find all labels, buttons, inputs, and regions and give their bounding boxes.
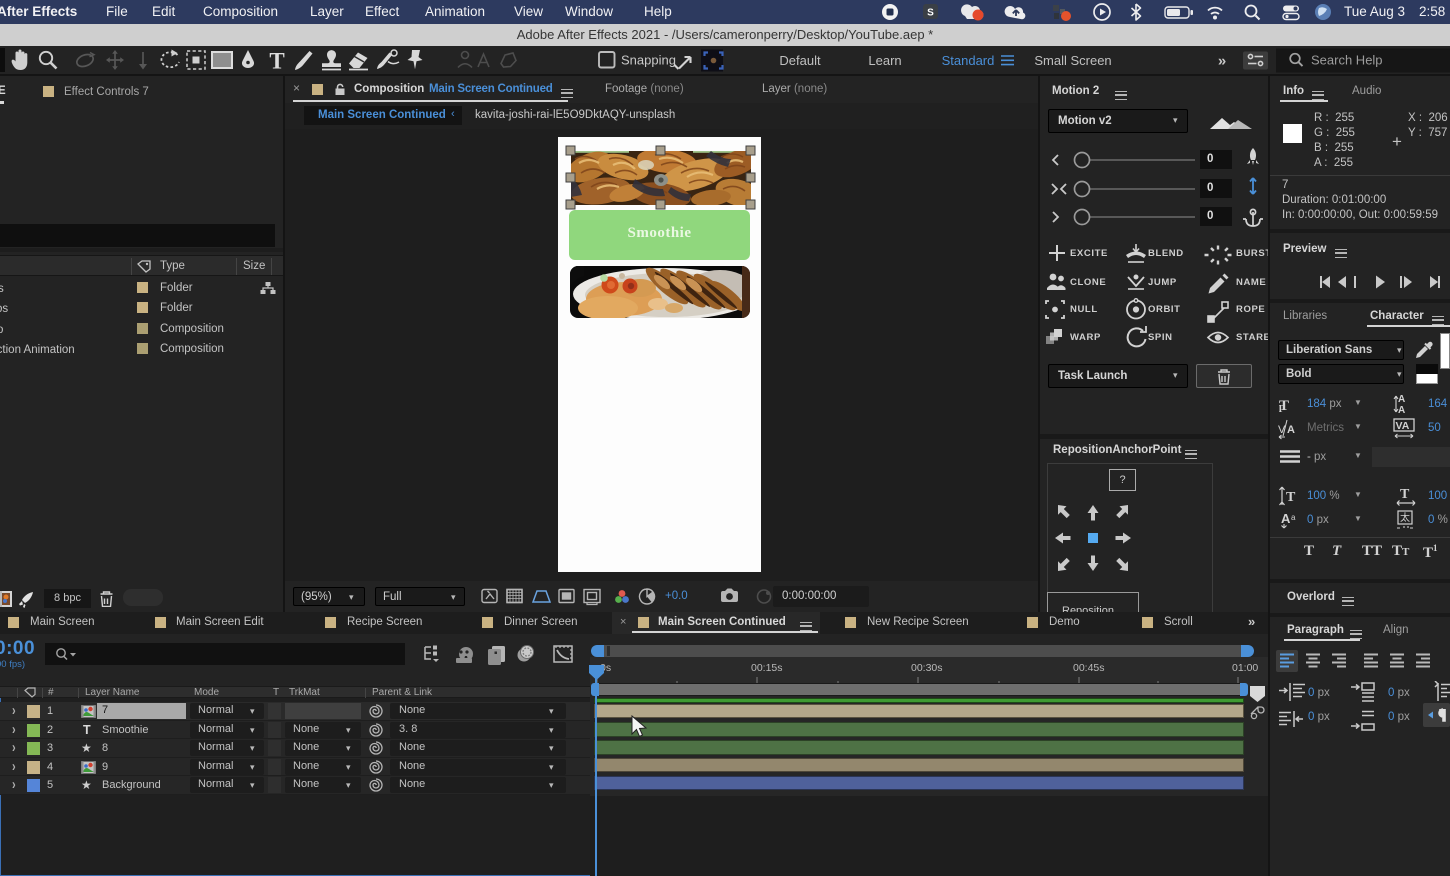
svg-text:T: T: [1279, 404, 1284, 414]
svg-text:VA: VA: [1396, 420, 1410, 432]
svg-text:a: a: [1291, 513, 1296, 522]
svg-text:S: S: [927, 8, 934, 19]
svg-text:Search Help: Search Help: [1311, 53, 1383, 68]
svg-text:00:15s: 00:15s: [751, 662, 783, 674]
svg-text:T: T: [1400, 487, 1410, 502]
svg-text:Default: Default: [779, 53, 821, 68]
svg-text:A: A: [1398, 394, 1405, 405]
svg-text:T: T: [1286, 490, 1296, 505]
svg-text:01:00: 01:00: [1232, 662, 1258, 674]
svg-text:A: A: [1287, 424, 1295, 436]
svg-text:Standard: Standard: [942, 53, 995, 68]
svg-text:A: A: [1398, 405, 1405, 416]
svg-text:00:45s: 00:45s: [1073, 662, 1105, 674]
svg-text:太: 太: [1400, 511, 1410, 524]
svg-text:Learn: Learn: [868, 53, 901, 68]
svg-text:»: »: [1218, 53, 1226, 70]
svg-text:Snapping: Snapping: [621, 53, 676, 68]
svg-text:00:30s: 00:30s: [911, 662, 943, 674]
svg-text:Small Screen: Small Screen: [1034, 53, 1111, 68]
svg-text:T: T: [269, 49, 284, 74]
svg-text:A: A: [1281, 511, 1291, 526]
